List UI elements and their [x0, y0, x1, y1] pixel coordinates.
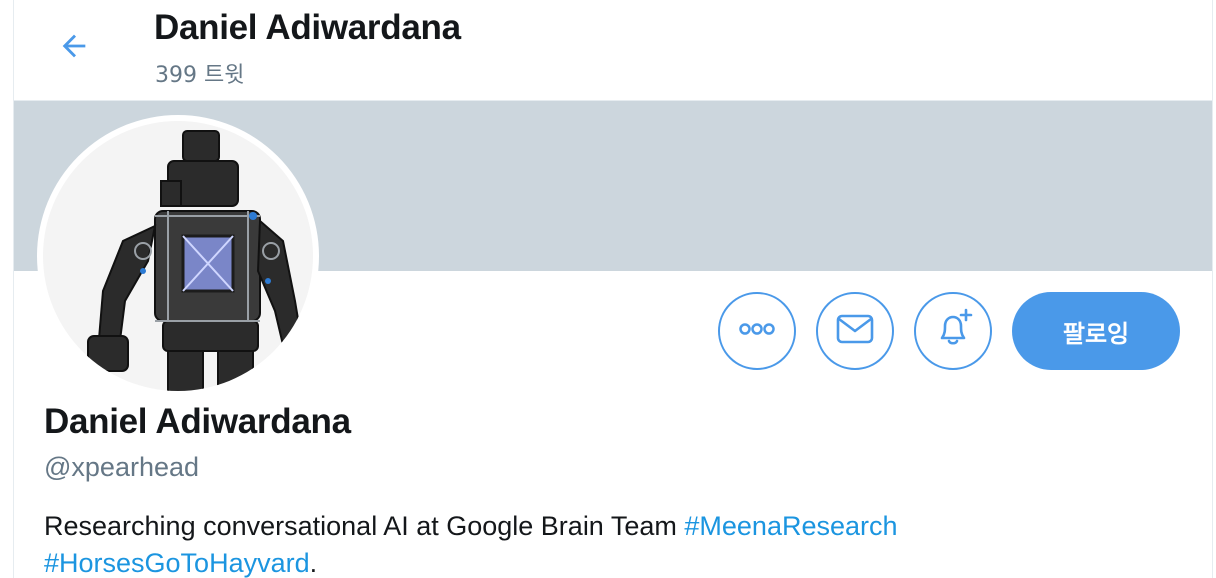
notifications-button[interactable] — [914, 292, 992, 370]
bell-plus-icon — [932, 308, 974, 355]
profile-handle: @xpearhead — [44, 452, 200, 482]
profile-column: Daniel Adiwardana 399 트윗 팔로잉 Daniel Adiw… — [13, 0, 1213, 578]
back-button[interactable] — [50, 24, 98, 72]
hashtag-link-horsesgotohayvard[interactable]: #HorsesGoToHayvard — [44, 548, 310, 578]
more-horizontal-icon — [737, 322, 777, 341]
profile-actions: 팔로잉 — [14, 292, 1212, 370]
profile-header-bar: Daniel Adiwardana 399 트윗 — [14, 0, 1212, 101]
message-button[interactable] — [816, 292, 894, 370]
bio-text: Researching conversational AI at Google … — [44, 511, 677, 541]
more-button[interactable] — [718, 292, 796, 370]
arrow-left-icon — [57, 29, 91, 68]
profile-bio: Researching conversational AI at Google … — [44, 508, 1144, 578]
header-tweet-count: 399 트윗 — [155, 63, 245, 88]
following-button[interactable]: 팔로잉 — [1012, 292, 1180, 370]
profile-display-name: Daniel Adiwardana — [44, 402, 351, 441]
hashtag-link-meenaresearch[interactable]: #MeenaResearch — [684, 511, 897, 541]
bio-period: . — [309, 548, 318, 578]
envelope-icon — [836, 314, 874, 349]
header-display-name: Daniel Adiwardana — [154, 8, 461, 47]
